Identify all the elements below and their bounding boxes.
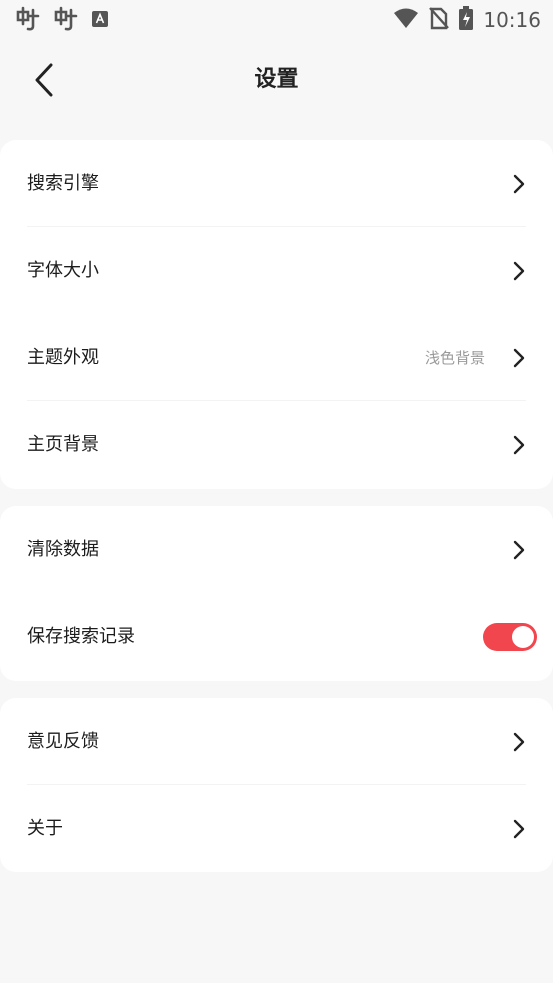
status-bar-notifications	[14, 6, 110, 36]
settings-group-general: 搜索引擎 字体大小 主题外观 浅色背景 主页背景	[0, 140, 553, 489]
app-bar: 设置	[0, 44, 553, 116]
setting-search-engine-label: 搜索引擎	[27, 172, 99, 194]
notification-a-icon	[90, 9, 110, 33]
page-title: 设置	[254, 67, 299, 92]
setting-feedback[interactable]: 意见反馈	[0, 698, 553, 785]
setting-theme-value: 浅色背景	[424, 348, 485, 367]
chevron-right-icon	[513, 348, 525, 367]
settings-group-about: 意见反馈 关于	[0, 698, 553, 872]
setting-save-search-history: 保存搜索记录	[0, 593, 553, 680]
app-icon-2	[52, 6, 80, 36]
setting-home-background[interactable]: 主页背景	[0, 401, 553, 488]
chevron-right-icon	[513, 261, 525, 280]
chevron-right-icon	[513, 174, 525, 193]
save-search-history-toggle[interactable]	[483, 622, 537, 651]
setting-search-engine[interactable]: 搜索引擎	[0, 140, 553, 227]
setting-about[interactable]: 关于	[0, 785, 553, 872]
chevron-right-icon	[513, 819, 525, 838]
setting-feedback-label: 意见反馈	[27, 730, 99, 752]
setting-font-size[interactable]: 字体大小	[0, 227, 553, 314]
setting-theme[interactable]: 主题外观 浅色背景	[0, 314, 553, 401]
toggle-knob	[512, 625, 534, 648]
chevron-right-icon	[513, 435, 525, 454]
wifi-icon	[393, 7, 419, 33]
setting-save-search-history-label: 保存搜索记录	[27, 625, 135, 647]
setting-clear-data-label: 清除数据	[27, 538, 99, 560]
status-bar: 10:16	[0, 0, 553, 38]
setting-clear-data[interactable]: 清除数据	[0, 506, 553, 593]
setting-theme-label: 主题外观	[27, 346, 99, 368]
settings-group-data: 清除数据 保存搜索记录	[0, 506, 553, 681]
status-bar-time: 10:16	[483, 8, 541, 32]
chevron-right-icon	[513, 540, 525, 559]
app-icon-1	[14, 6, 42, 36]
setting-font-size-label: 字体大小	[27, 259, 99, 281]
battery-charging-icon	[459, 6, 474, 34]
setting-about-label: 关于	[27, 817, 63, 839]
no-sim-icon	[429, 6, 450, 34]
setting-home-background-label: 主页背景	[27, 433, 99, 455]
status-bar-system: 10:16	[393, 6, 541, 34]
chevron-right-icon	[513, 732, 525, 751]
